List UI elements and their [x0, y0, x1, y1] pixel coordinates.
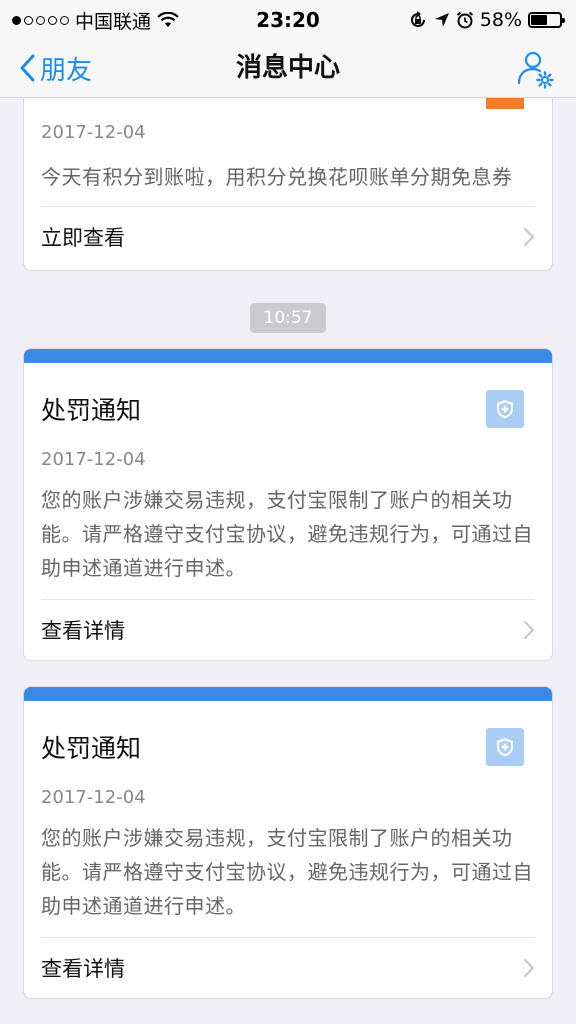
message-title: 处罚通知: [41, 396, 142, 425]
battery-icon: [528, 12, 565, 28]
alarm-icon: [456, 11, 473, 29]
battery-percentage: 58%: [479, 9, 522, 31]
user-settings-icon: [517, 51, 554, 89]
message-header: 处罚通知: [41, 701, 535, 773]
shield-icon: [497, 738, 513, 757]
view-details-button[interactable]: 查看详情: [41, 600, 535, 660]
message-badge: [486, 728, 524, 766]
navigation-bar: 朋友 消息中心: [0, 40, 576, 98]
status-time: 23:20: [256, 8, 320, 32]
friend-settings-button[interactable]: [516, 49, 556, 89]
chevron-right-icon: [523, 620, 535, 640]
message-card: 处罚通知 2017-12-04 您的账户涉嫌交易违规，支付宝限制了账户的相关功能…: [23, 348, 553, 661]
message-body: 今天有积分到账啦，用积分兑换花呗账单分期免息券: [41, 160, 535, 207]
carrier-name: 中国联通: [75, 10, 152, 33]
message-body: 您的账户涉嫌交易违规，支付宝限制了账户的相关功能。请严格遵守支付宝协议，避免违规…: [41, 821, 535, 938]
message-card: 处罚通知 2017-12-04 您的账户涉嫌交易违规，支付宝限制了账户的相关功能…: [23, 686, 553, 999]
status-bar: 中国联通 23:20 58%: [0, 0, 576, 40]
message-body: 您的账户涉嫌交易违规，支付宝限制了账户的相关功能。请严格遵守支付宝协议，避免违规…: [41, 483, 535, 600]
status-right: 58%: [408, 9, 565, 31]
message-title: 处罚通知: [41, 734, 142, 763]
message-date: 2017-12-04: [41, 449, 146, 470]
rotation-lock-icon: [410, 11, 425, 27]
message-flag: [486, 98, 524, 109]
battery-level: [531, 15, 548, 25]
message-badge: [486, 390, 524, 428]
chevron-right-icon: [523, 958, 535, 978]
message-date: 2017-12-04: [41, 787, 146, 808]
chevron-right-icon: [523, 227, 535, 247]
card-accent-bar: [24, 687, 552, 701]
action-label: 立即查看: [41, 226, 125, 250]
message-list[interactable]: 2017-12-04 今天有积分到账啦，用积分兑换花呗账单分期免息券 立即查看 …: [0, 98, 576, 1024]
wifi-icon: [157, 12, 179, 27]
view-now-button[interactable]: 立即查看: [41, 207, 535, 267]
action-label: 查看详情: [41, 619, 125, 643]
signal-strength-icon: [12, 15, 69, 25]
page-title: 消息中心: [235, 53, 340, 83]
location-icon: [434, 13, 449, 27]
message-card: 2017-12-04 今天有积分到账啦，用积分兑换花呗账单分期免息券 立即查看: [23, 98, 553, 271]
view-details-button[interactable]: 查看详情: [41, 938, 535, 998]
message-header: 处罚通知: [41, 363, 535, 435]
timestamp-divider: 10:57: [250, 303, 326, 333]
shield-icon: [497, 400, 513, 419]
message-date: 2017-12-04: [41, 122, 146, 143]
action-label: 查看详情: [41, 957, 125, 981]
card-accent-bar: [24, 349, 552, 363]
status-left: 中国联通: [12, 7, 179, 34]
